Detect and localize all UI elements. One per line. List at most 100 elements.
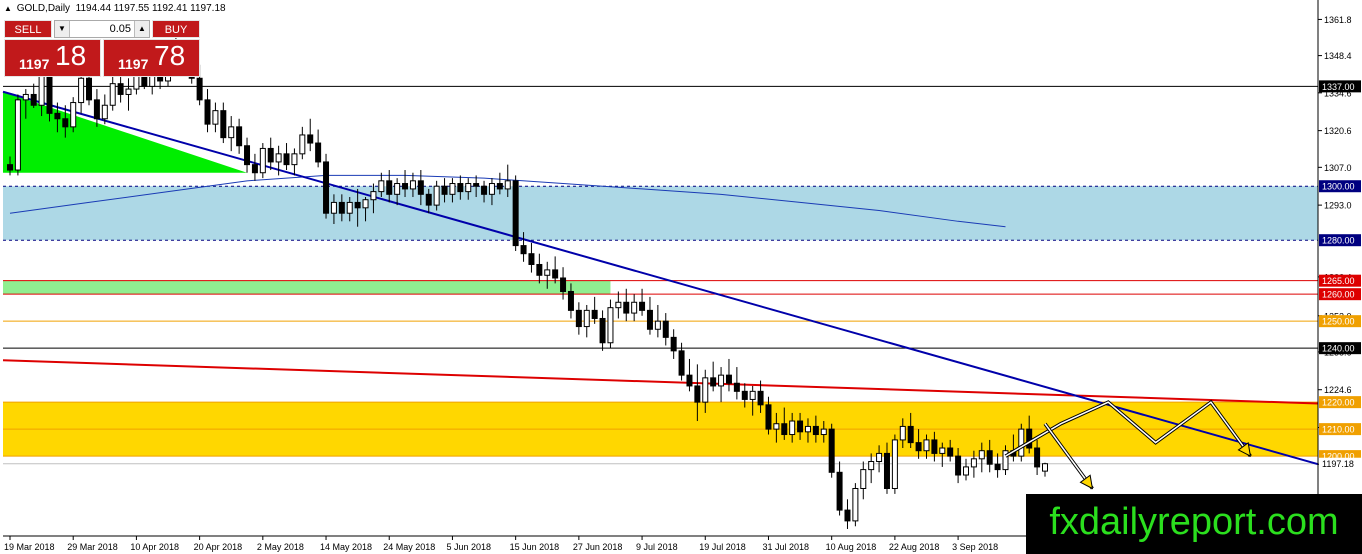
x-tick-label: 14 May 2018 — [320, 542, 372, 552]
candle-body — [465, 183, 472, 193]
candle-body — [899, 425, 906, 441]
lot-size-stepper[interactable]: ▼ 0.05 ▲ — [54, 20, 150, 38]
x-tick-label: 3 Sep 2018 — [952, 542, 998, 552]
candle-body — [433, 185, 440, 206]
candle-body — [939, 447, 946, 454]
candle-body — [670, 336, 677, 352]
level-price-label: 1280.00 — [1322, 236, 1355, 246]
buy-price[interactable]: 1197 78 — [103, 39, 200, 77]
candle-body — [236, 126, 243, 147]
candle-body — [259, 147, 266, 174]
candle-body — [678, 350, 685, 376]
candle-body — [70, 102, 77, 128]
candle-body — [78, 77, 85, 104]
candle-body — [623, 301, 630, 314]
candle-body — [662, 320, 669, 338]
x-tick-label: 20 Apr 2018 — [194, 542, 243, 552]
candle-body — [741, 390, 748, 400]
candle-body — [765, 404, 772, 430]
candle-body — [607, 307, 614, 344]
candle-body — [457, 183, 464, 193]
candle-body — [354, 201, 361, 209]
candle-body — [631, 301, 638, 314]
candle-body — [520, 245, 527, 255]
x-tick-label: 22 Aug 2018 — [889, 542, 940, 552]
buy-button[interactable]: BUY — [152, 20, 200, 38]
candle-body — [291, 153, 298, 166]
candle-body — [251, 164, 258, 174]
sell-button[interactable]: SELL — [4, 20, 52, 38]
lot-increase-icon[interactable]: ▲ — [134, 21, 149, 37]
candle-body — [267, 147, 274, 163]
candle-body — [299, 134, 306, 155]
lot-size-value[interactable]: 0.05 — [69, 21, 135, 37]
candle-body — [1018, 428, 1025, 457]
chart-symbol: GOLD,Daily — [16, 3, 71, 14]
candle-body — [449, 183, 456, 195]
candle-body — [220, 110, 227, 139]
candle-body — [591, 309, 598, 319]
level-price-label: 1337.00 — [1322, 82, 1355, 92]
y-tick-label: 1307.0 — [1324, 163, 1352, 173]
candle-body — [362, 199, 369, 209]
candle-body — [781, 423, 788, 436]
candle-body — [907, 425, 914, 444]
candle-body — [654, 320, 661, 330]
candle-body — [639, 301, 646, 311]
x-tick-label: 5 Jun 2018 — [446, 542, 491, 552]
candle-body — [773, 423, 780, 430]
candle-body — [93, 99, 100, 120]
candle-body — [986, 450, 993, 465]
candle-body — [212, 110, 219, 125]
candle-body — [14, 99, 21, 171]
lightgreen-zone — [3, 280, 611, 295]
candle-body — [560, 277, 567, 292]
candle-body — [346, 201, 353, 214]
candle-body — [488, 183, 495, 195]
buy-price-pips: 78 — [154, 40, 186, 71]
candle-body — [615, 301, 622, 309]
candle-body — [315, 142, 322, 163]
price-chart[interactable]: 1361.81348.41334.61320.61307.01293.01266… — [0, 0, 1362, 554]
candle-body — [370, 191, 377, 201]
candle-body — [125, 88, 132, 95]
candle-body — [504, 180, 511, 190]
candle-body — [868, 461, 875, 471]
candle-body — [378, 180, 385, 193]
level-price-label: 1300.00 — [1322, 182, 1355, 192]
candle-body — [583, 309, 590, 328]
candle-body — [109, 83, 116, 106]
lot-decrease-icon[interactable]: ▼ — [55, 21, 70, 37]
x-tick-label: 27 Jun 2018 — [573, 542, 623, 552]
candle-body — [323, 161, 330, 214]
candle-body — [101, 104, 108, 120]
candle-body — [30, 93, 37, 106]
price-axis: 1361.81348.41334.61320.61307.01293.01266… — [1317, 0, 1361, 544]
candle-body — [244, 145, 251, 166]
x-tick-label: 10 Aug 2018 — [826, 542, 877, 552]
level-price-label: 1250.00 — [1322, 317, 1355, 327]
y-tick-label: 1361.8 — [1324, 15, 1352, 25]
candle-body — [1034, 447, 1041, 468]
candle-body — [702, 377, 709, 403]
candle-body — [330, 201, 337, 214]
collapse-triangle-icon[interactable]: ▲ — [4, 4, 12, 13]
candle-body — [473, 183, 480, 187]
sell-price[interactable]: 1197 18 — [4, 39, 101, 77]
candle-body — [923, 439, 930, 452]
candle-body — [789, 420, 796, 436]
candle-body — [962, 466, 969, 476]
zone-0 — [3, 186, 1318, 241]
candle-body — [891, 439, 898, 489]
x-tick-label: 31 Jul 2018 — [762, 542, 809, 552]
candle-body — [955, 455, 962, 476]
candle-body — [62, 118, 69, 128]
candle-body — [544, 269, 551, 276]
x-tick-label: 9 Jul 2018 — [636, 542, 678, 552]
y-tick-label: 1320.6 — [1324, 126, 1352, 136]
y-tick-label: 1348.4 — [1324, 51, 1352, 61]
candle-body — [228, 126, 235, 139]
level-price-label: 1210.00 — [1322, 425, 1355, 435]
x-tick-label: 19 Mar 2018 — [4, 542, 55, 552]
level-price-label: 1220.00 — [1322, 398, 1355, 408]
